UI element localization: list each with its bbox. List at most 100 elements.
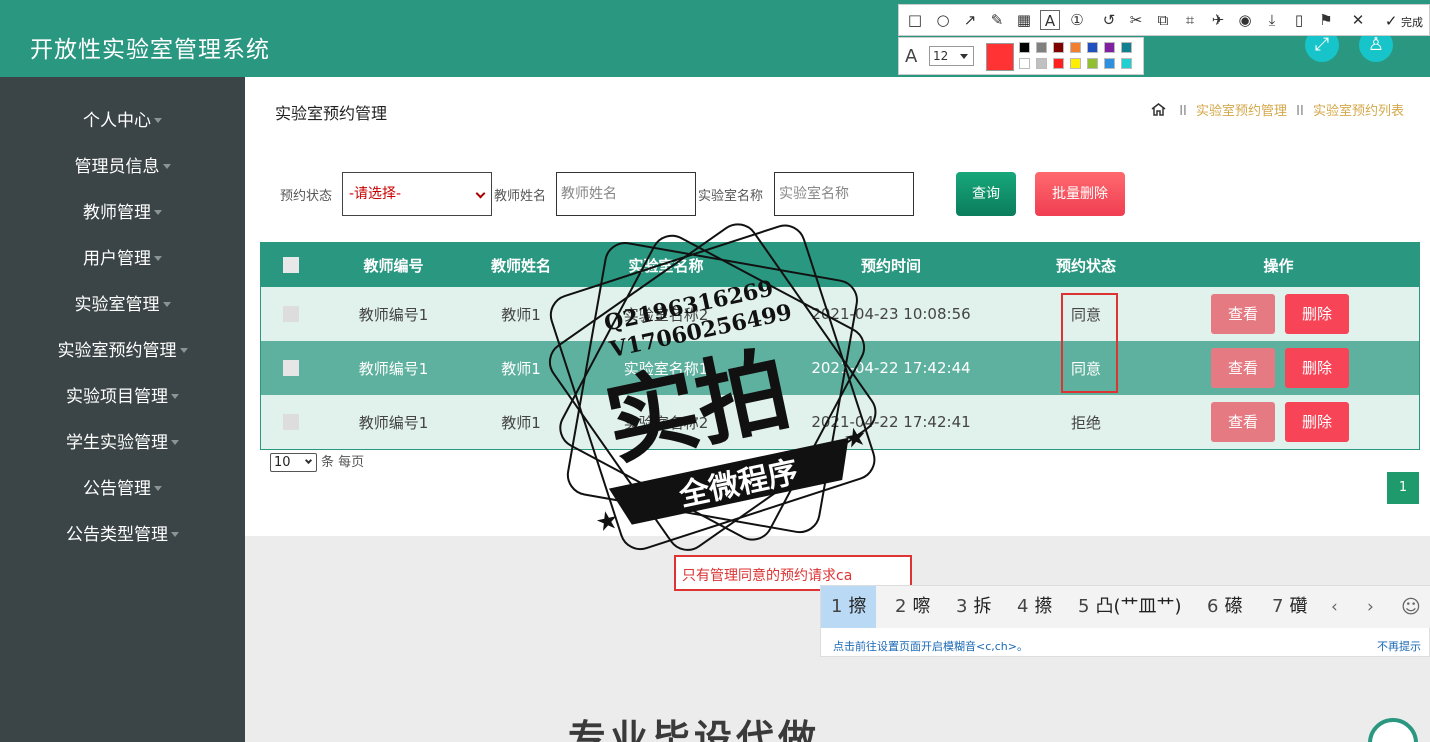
cell-teacher-no: 教师编号1 [358, 359, 429, 378]
status-select[interactable]: -请选择- [342, 172, 492, 216]
breadcrumb-level1[interactable]: 实验室预约管理 [1196, 104, 1287, 119]
ime-candidate[interactable]: 2嚓 [885, 586, 940, 628]
download-icon[interactable]: ⤓ [1262, 10, 1282, 30]
done-button[interactable]: ✓ 完成 [1385, 12, 1423, 30]
teacher-name-input[interactable] [556, 172, 696, 216]
rectangle-icon[interactable]: □ [905, 10, 925, 30]
view-button[interactable]: 查看 [1211, 294, 1275, 334]
sidebar-item-student-experiment-mgmt[interactable]: 学生实验管理 [0, 431, 245, 455]
color-swatch[interactable] [1036, 42, 1047, 53]
cell-lab-name: 实验室名称2 [623, 413, 709, 432]
col-actions: 操作 [1263, 256, 1294, 275]
color-swatch[interactable] [1121, 42, 1132, 53]
record-icon[interactable]: ◉ [1235, 10, 1255, 30]
teacher-name-label: 教师姓名 [494, 189, 547, 204]
ime-candidate[interactable]: 6礤 [1197, 586, 1252, 628]
pin-icon[interactable]: ✈ [1208, 10, 1228, 30]
sidebar-item-user-mgmt[interactable]: 用户管理 [0, 247, 245, 271]
page-number-button[interactable]: 1 [1387, 472, 1419, 504]
ime-candidate[interactable]: 3拆 [946, 586, 1001, 628]
undo-icon[interactable]: ↺ [1099, 10, 1119, 30]
color-swatch[interactable] [1087, 58, 1098, 69]
color-swatch[interactable] [1087, 42, 1098, 53]
ime-candidate-window: 1擦 2嚓 3拆 4攃 5 凸(艹皿艹) 6礤 7礸 ‹ › ☺ 点击前往设置页面… [820, 585, 1430, 657]
caret-down-icon [154, 210, 162, 215]
emoji-icon[interactable]: ☺ [1401, 586, 1421, 628]
delete-button[interactable]: 删除 [1285, 348, 1349, 388]
long-screenshot-icon[interactable]: ▯ [1289, 10, 1309, 30]
lab-name-input[interactable] [774, 172, 914, 216]
row-checkbox[interactable] [283, 414, 299, 430]
mosaic-icon[interactable]: ▦ [1014, 10, 1034, 30]
col-teacher-no: 教师编号 [363, 256, 424, 275]
pen-icon[interactable]: ✎ [987, 10, 1007, 30]
sidebar-item-personal-center[interactable]: 个人中心 [0, 109, 245, 133]
ime-tip-link[interactable]: 点击前往设置页面开启模糊音<c,ch>。 [833, 638, 1028, 654]
sidebar-item-notice-type-mgmt[interactable]: 公告类型管理 [0, 523, 245, 547]
color-swatch[interactable] [1053, 42, 1064, 53]
arrow-icon[interactable]: ↗ [960, 10, 980, 30]
table-row: 教师编号1 教师1 实验室名称1 2021-04-22 17:42:44 同意 … [261, 341, 1419, 395]
ime-candidate[interactable]: 5 凸(艹皿艹) [1068, 586, 1192, 628]
text-tool-icon[interactable]: A [1040, 10, 1060, 30]
translate-icon[interactable]: ⧉ [1153, 10, 1173, 30]
current-color-swatch[interactable] [986, 43, 1014, 71]
color-swatch[interactable] [1053, 58, 1064, 69]
ellipse-icon[interactable]: ○ [933, 10, 953, 30]
sidebar-item-teacher-mgmt[interactable]: 教师管理 [0, 201, 245, 225]
color-swatch[interactable] [1070, 42, 1081, 53]
number-icon[interactable]: ① [1067, 10, 1087, 30]
cell-lab-name: 实验室名称2 [623, 305, 709, 324]
select-all-checkbox[interactable] [283, 257, 299, 273]
delete-button[interactable]: 删除 [1285, 402, 1349, 442]
color-swatch[interactable] [1070, 58, 1081, 69]
col-booking-status: 预约状态 [1055, 256, 1116, 275]
caret-down-icon [154, 118, 162, 123]
font-size-select[interactable]: 12 [929, 46, 974, 66]
view-button[interactable]: 查看 [1211, 402, 1275, 442]
home-icon[interactable] [1151, 103, 1166, 116]
table-row: 教师编号1 教师1 实验室名称2 2021-04-23 10:08:56 同意 … [261, 287, 1419, 341]
color-swatch[interactable] [1104, 42, 1115, 53]
caret-down-icon [171, 532, 179, 537]
sidebar-item-lab-booking-mgmt[interactable]: 实验室预约管理 [0, 339, 245, 363]
color-swatch[interactable] [1104, 58, 1115, 69]
ime-candidate[interactable]: 4攃 [1007, 586, 1062, 628]
close-icon[interactable]: ✕ [1348, 10, 1368, 30]
color-swatch[interactable] [1019, 42, 1030, 53]
row-checkbox[interactable] [283, 306, 299, 322]
color-swatch[interactable] [1019, 58, 1030, 69]
chevron-right-icon[interactable]: › [1367, 586, 1374, 628]
cell-booking-time: 2021-04-23 10:08:56 [811, 305, 971, 323]
ime-candidate[interactable]: 7礸 [1262, 586, 1317, 628]
sidebar-item-project-mgmt[interactable]: 实验项目管理 [0, 385, 245, 409]
caret-down-icon [171, 394, 179, 399]
ocr-icon[interactable]: ⌗ [1180, 10, 1200, 30]
query-button[interactable]: 查询 [956, 172, 1016, 216]
app-title: 开放性实验室管理系统 [30, 37, 270, 63]
chevron-down-icon [304, 456, 313, 465]
color-swatch[interactable] [1036, 58, 1047, 69]
view-button[interactable]: 查看 [1211, 348, 1275, 388]
ime-candidate[interactable]: 1擦 [821, 586, 877, 628]
sidebar-item-admin-info[interactable]: 管理员信息 [0, 155, 245, 179]
sidebar: 个人中心 管理员信息 教师管理 用户管理 实验室管理 实验室预约管理 实验项目管… [0, 77, 245, 742]
scissors-icon[interactable]: ✂ [1126, 10, 1146, 30]
booking-table: 教师编号 教师姓名 实验室名称 预约时间 预约状态 操作 教师编号1 教师1 实… [260, 242, 1420, 450]
ime-dismiss-link[interactable]: 不再提示 [1377, 638, 1421, 654]
scroll-top-icon[interactable] [1368, 718, 1418, 742]
cell-teacher-no: 教师编号1 [358, 413, 429, 432]
row-checkbox[interactable] [283, 360, 299, 376]
bookmark-icon[interactable]: ⚑ [1316, 10, 1336, 30]
color-swatch[interactable] [1121, 58, 1132, 69]
delete-button[interactable]: 删除 [1285, 294, 1349, 334]
chevron-left-icon[interactable]: ‹ [1331, 586, 1338, 628]
breadcrumb-level2[interactable]: 实验室预约列表 [1313, 104, 1404, 119]
batch-delete-button[interactable]: 批量删除 [1035, 172, 1125, 216]
sidebar-item-notice-mgmt[interactable]: 公告管理 [0, 477, 245, 501]
page-size-select[interactable]: 10 [270, 453, 317, 472]
col-lab-name: 实验室名称 [628, 256, 704, 275]
table-header: 教师编号 教师姓名 实验室名称 预约时间 预约状态 操作 [261, 243, 1419, 287]
sidebar-item-lab-mgmt[interactable]: 实验室管理 [0, 293, 245, 317]
font-icon: A [905, 46, 918, 67]
